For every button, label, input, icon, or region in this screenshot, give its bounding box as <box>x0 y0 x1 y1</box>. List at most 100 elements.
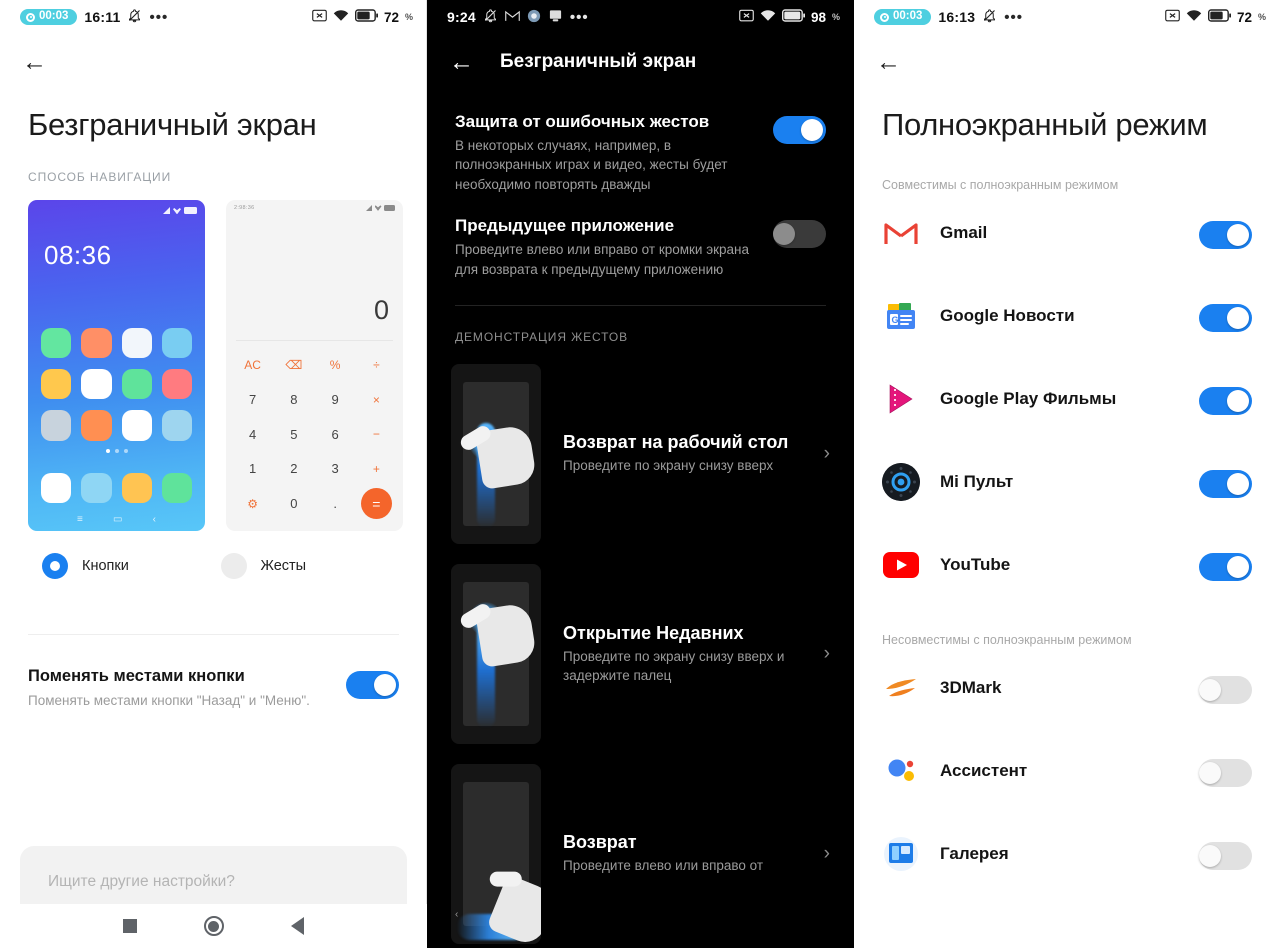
gesture-subtitle: Проведите по экрану снизу вверх <box>563 458 774 474</box>
back-row[interactable]: ← <box>854 34 1280 90</box>
app-row-google-news[interactable]: G Google Новости <box>854 275 1280 358</box>
bell-muted-icon <box>127 8 142 26</box>
calc-key: % <box>329 358 341 373</box>
calculator-display: 0 <box>373 294 389 325</box>
app-toggle[interactable] <box>1199 759 1252 788</box>
back-row[interactable]: ← <box>0 34 427 90</box>
chevron-right-icon[interactable]: › <box>818 443 830 465</box>
recents-square-icon[interactable] <box>123 919 138 933</box>
calc-key: 2 <box>290 461 298 477</box>
preview-nav-bar: ≡ ▭ ‹ <box>28 514 205 525</box>
setting-previous-app[interactable]: Предыдущее приложение Проведите влево ил… <box>427 194 854 279</box>
more-dots-icon: ••• <box>149 8 169 26</box>
setting-title: Предыдущее приложение <box>455 216 675 236</box>
caption-incompatible: Несовместимы с полноэкранным режимом <box>882 632 1132 647</box>
app-tile <box>121 369 152 400</box>
more-dots-icon: ••• <box>1004 8 1023 26</box>
gesture-item-recents[interactable]: Открытие Недавних Проведите по экрану сн… <box>427 544 854 745</box>
setting-title: Защита от ошибочных жестов <box>455 112 710 131</box>
app-toggle[interactable] <box>1199 470 1252 499</box>
app-name: Ассистент <box>940 761 1028 781</box>
calc-key: 5 <box>290 426 298 442</box>
app-row-google-play-movies[interactable]: Google Play Фильмы <box>854 358 1280 441</box>
status-bar: 9:24 ••• 98 % <box>427 0 854 34</box>
radio-option-gestures[interactable]: Жесты <box>220 552 400 579</box>
back-arrow-icon[interactable]: ← <box>449 49 474 75</box>
bell-muted-icon <box>483 8 498 26</box>
app-row-gallery[interactable]: Галерея <box>854 813 1280 896</box>
preview-status-bar: 2:98:36 <box>234 204 395 211</box>
app-toggle[interactable] <box>1199 304 1252 333</box>
app-tile <box>41 410 72 441</box>
chevron-right-icon[interactable]: › <box>818 843 830 865</box>
app-toggle[interactable] <box>1199 221 1252 250</box>
app-row-gmail[interactable]: Gmail <box>854 192 1280 275</box>
chevron-right-icon[interactable]: › <box>818 643 830 665</box>
screen-recording-indicator[interactable]: 00:03 <box>874 9 932 25</box>
battery-icon <box>1207 9 1231 25</box>
calc-key: ⚙ <box>247 496 258 511</box>
menu-icon: ≡ <box>77 513 83 525</box>
status-bar: 00:03 16:11 ••• 72 % <box>0 0 427 34</box>
setting-swap-buttons[interactable]: Поменять местами кнопки Поменять местами… <box>0 635 427 710</box>
google-news-icon: G <box>882 297 920 336</box>
battery-percent-sign: % <box>1257 12 1266 22</box>
app-toggle[interactable] <box>1199 553 1252 582</box>
screen-recording-indicator[interactable]: 00:03 <box>20 9 78 25</box>
gesture-thumbnail: ‹ <box>451 764 541 945</box>
previous-app-toggle[interactable] <box>773 220 826 249</box>
search-placeholder: Ищите другие настройки? <box>48 873 235 890</box>
signal-icon <box>163 207 170 215</box>
recording-time: 00:03 <box>893 10 923 23</box>
screen-app-icon <box>548 9 563 26</box>
app-row-assistant[interactable]: Ассистент <box>854 730 1280 813</box>
preview-buttons-mode[interactable]: 08:36 ≡ ▭ ‹ <box>28 199 205 531</box>
app-row-youtube[interactable]: YouTube <box>854 524 1280 607</box>
calc-key: × <box>372 392 380 407</box>
svg-text:G: G <box>892 315 899 325</box>
swap-buttons-toggle[interactable] <box>346 670 399 699</box>
youtube-icon <box>882 546 920 585</box>
app-tile <box>81 369 112 400</box>
app-row-3dmark[interactable]: 3DMark <box>854 647 1280 730</box>
app-row-mi-remote[interactable]: Mi Пульт <box>854 441 1280 524</box>
more-dots-icon: ••• <box>569 8 589 26</box>
app-toggle[interactable] <box>1199 387 1252 416</box>
signal-icon <box>366 204 372 211</box>
app-tile <box>81 410 112 441</box>
back-triangle-icon[interactable] <box>290 917 304 935</box>
calc-key: 6 <box>331 426 339 442</box>
caption-compatible: Совместимы с полноэкранным режимом <box>882 177 1119 192</box>
gesture-item-home[interactable]: Возврат на рабочий стол Проведите по экр… <box>427 344 854 545</box>
bell-muted-icon <box>982 8 997 26</box>
wifi-icon <box>1186 9 1202 25</box>
battery-icon <box>781 9 805 25</box>
back-arrow-icon[interactable]: ← <box>876 49 901 75</box>
radio-unselected-icon[interactable] <box>220 552 247 579</box>
gesture-item-back[interactable]: ‹ Возврат Проведите влево или вправо от … <box>427 744 854 945</box>
round-app-icon <box>527 9 541 26</box>
home-circle-icon[interactable] <box>203 916 224 936</box>
app-toggle[interactable] <box>1199 842 1252 871</box>
preview-status-text: 2:98:36 <box>234 204 255 211</box>
radio-option-buttons[interactable]: Кнопки <box>42 552 221 579</box>
radio-selected-icon[interactable] <box>42 552 68 579</box>
app-tile <box>121 410 152 441</box>
gesture-thumbnail <box>451 564 541 745</box>
app-tile <box>41 327 72 359</box>
back-arrow-icon[interactable]: ← <box>22 49 47 75</box>
status-time: 16:11 <box>84 9 121 25</box>
app-tile <box>121 327 152 359</box>
wifi-icon <box>173 208 181 215</box>
calc-key: 3 <box>331 461 339 477</box>
gesture-subtitle: Проведите по экрану снизу вверх и задерж… <box>563 648 785 683</box>
preview-icon-grid <box>41 327 192 441</box>
setting-gesture-protection[interactable]: Защита от ошибочных жестов В некоторых с… <box>427 90 854 194</box>
app-toggle[interactable] <box>1199 676 1252 705</box>
gesture-protection-toggle[interactable] <box>773 116 826 144</box>
preview-gestures-mode[interactable]: 2:98:36 0 AC ⌫ % ÷ 7 8 9 × 4 5 6 − 1 2 3… <box>226 199 403 531</box>
status-bar: 00:03 16:13 ••• 72 % <box>854 0 1280 34</box>
page-indicator <box>28 448 205 453</box>
google-assistant-icon <box>882 752 920 791</box>
setting-subtitle: В некоторых случаях, например, в полноэк… <box>455 138 728 192</box>
